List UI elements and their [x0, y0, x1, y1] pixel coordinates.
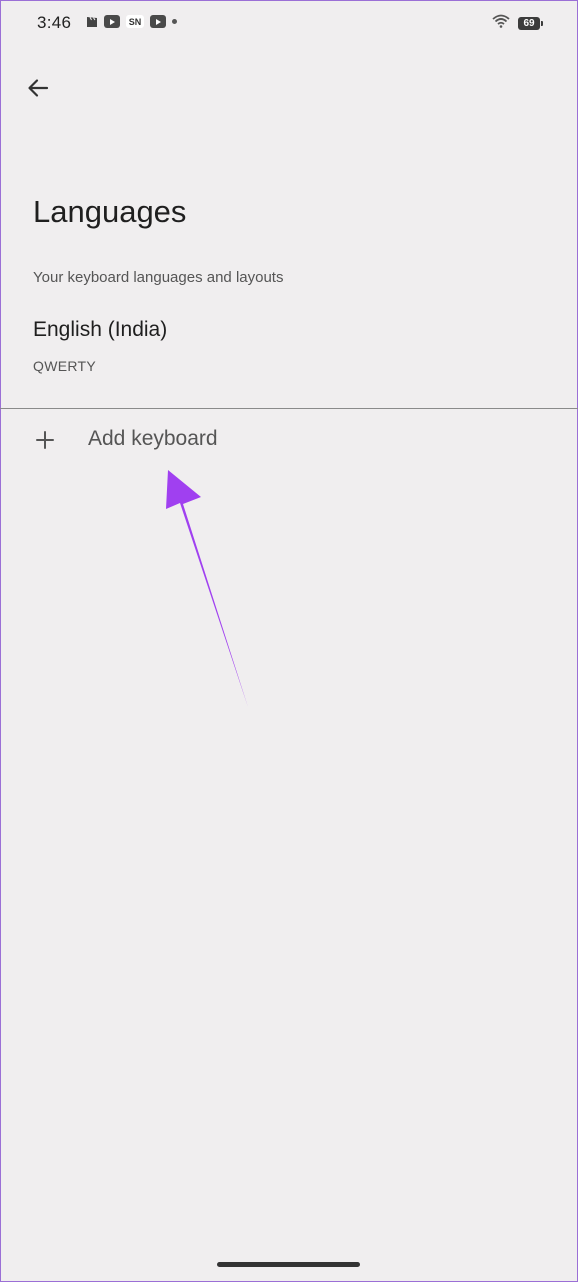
- arrow-back-icon: [28, 79, 49, 97]
- section-header: Your keyboard languages and layouts: [33, 269, 284, 286]
- add-keyboard-label: Add keyboard: [88, 427, 218, 450]
- status-right: 69: [492, 14, 543, 33]
- sn-app-icon: SN: [126, 15, 144, 28]
- status-time: 3:46: [37, 13, 72, 32]
- plus-icon: [36, 431, 54, 449]
- page-title: Languages: [33, 194, 187, 229]
- language-item-english-india[interactable]: English (India) QWERTY: [0, 308, 578, 388]
- add-keyboard-button[interactable]: Add keyboard: [0, 412, 578, 470]
- divider: [0, 408, 578, 409]
- battery-icon: 69: [518, 17, 543, 30]
- youtube-icon: [150, 15, 166, 28]
- language-layout: QWERTY: [33, 358, 96, 374]
- wifi-icon: [492, 14, 510, 33]
- youtube-icon: [104, 15, 120, 28]
- dot-icon: [172, 19, 177, 24]
- screen-frame: [0, 0, 578, 1282]
- clapperboard-icon: [86, 15, 98, 28]
- notification-icons: SN: [86, 15, 177, 28]
- status-bar: 3:46 SN 69: [0, 0, 578, 46]
- back-button[interactable]: [20, 70, 56, 106]
- home-indicator: [217, 1262, 360, 1267]
- language-name: English (India): [33, 318, 168, 341]
